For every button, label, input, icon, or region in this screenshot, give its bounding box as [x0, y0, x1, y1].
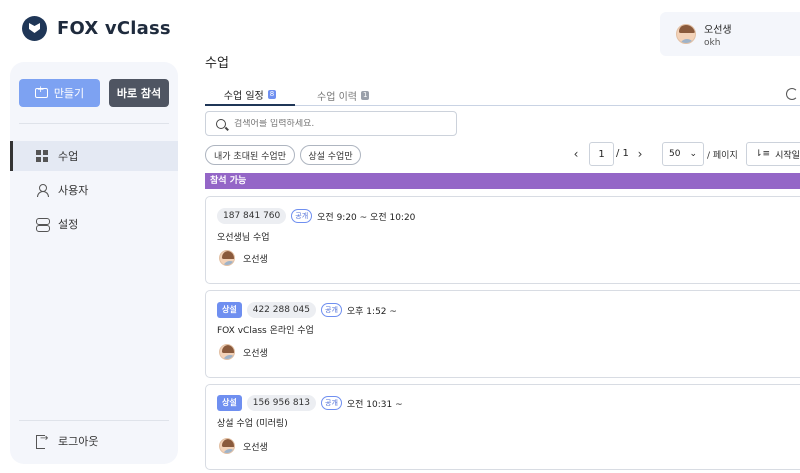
tab-history[interactable]: 수업 이력 1: [317, 84, 370, 106]
sidebar-item-label: 설정: [58, 218, 79, 231]
logout-icon: [36, 433, 48, 449]
tab-label: 수업 일정: [223, 90, 264, 102]
app-name: FOX vClass: [57, 18, 171, 39]
join-now-label: 바로 참석: [116, 87, 162, 100]
avatar: [676, 24, 696, 44]
host-name: 오선생: [243, 442, 268, 453]
fox-logo-icon: [22, 16, 47, 41]
search-box: [205, 111, 457, 136]
visibility-badge: 공개: [321, 303, 342, 317]
host-name: 오선생: [243, 348, 268, 359]
user-id: okh: [704, 37, 721, 48]
per-page-label: / 페이지: [707, 151, 738, 161]
class-time: 오후 1:52 ~: [346, 306, 397, 317]
sort-button[interactable]: ⇂≡ 시작일 순: [746, 142, 800, 166]
class-card[interactable]: 상설 422 288 045 공개 오후 1:52 ~ FOX vClass 온…: [205, 290, 800, 378]
sidebar-item-label: 수업: [58, 150, 79, 163]
permanent-badge: 상설: [217, 395, 242, 411]
user-name: 오선생: [704, 24, 732, 36]
sidebar-item-label: 사용자: [58, 184, 89, 197]
class-title: FOX vClass 온라인 수업: [217, 326, 314, 336]
chevron-left-icon[interactable]: ‹: [570, 142, 582, 166]
grid-icon: [36, 150, 48, 162]
visibility-badge: 공개: [291, 209, 313, 223]
search-input[interactable]: [234, 118, 434, 129]
logout-label: 로그아웃: [58, 435, 99, 448]
settings-icon: [36, 218, 50, 232]
sidebar-divider: [19, 420, 169, 421]
host-name: 오선생: [243, 254, 268, 265]
class-title: 오선생님 수업: [217, 233, 270, 243]
tab-schedule[interactable]: 수업 일정 8: [205, 84, 295, 106]
filter-permanent-chip[interactable]: 상설 수업만: [300, 145, 361, 165]
filter-invited-chip[interactable]: 내가 초대된 수업만: [205, 145, 295, 165]
sort-label: 시작일 순: [775, 150, 800, 161]
room-number: 187 841 760: [217, 208, 287, 224]
avatar: [219, 250, 235, 266]
permanent-badge: 상설: [217, 302, 242, 318]
visibility-badge: 공개: [321, 396, 342, 410]
room-number: 156 956 813: [246, 395, 316, 411]
join-now-button[interactable]: 바로 참석: [109, 79, 169, 107]
user-profile-card[interactable]: 오선생 okh: [660, 12, 800, 56]
sidebar-divider: [19, 123, 169, 124]
class-title: 상설 수업 (미러링): [217, 419, 288, 429]
video-add-icon: [34, 85, 48, 98]
page-size-select[interactable]: 50 ⌄: [662, 142, 704, 166]
sidebar-item-classes[interactable]: 수업: [10, 141, 178, 171]
avatar: [219, 438, 235, 454]
page-title: 수업: [205, 56, 229, 71]
sidebar: 만들기 바로 참석 수업 사용자 설정 로그아웃: [10, 62, 178, 464]
chevron-right-icon[interactable]: ›: [634, 142, 646, 166]
class-card[interactable]: 187 841 760 공개 오전 9:20 ~ 오전 10:20 오선생님 수…: [205, 196, 800, 284]
page-number-input[interactable]: 1: [589, 142, 614, 166]
tab-count-badge: 8: [267, 89, 277, 99]
sidebar-item-settings[interactable]: 설정: [10, 209, 178, 239]
section-header-available: 참석 가능: [205, 173, 800, 189]
make-class-button[interactable]: 만들기: [19, 79, 100, 107]
room-number: 422 288 045: [246, 302, 316, 318]
tab-label: 수업 이력: [317, 91, 357, 103]
class-time: 오전 9:20 ~ 오전 10:20: [317, 212, 416, 223]
refresh-icon[interactable]: [786, 88, 798, 100]
user-icon: [36, 184, 49, 197]
sidebar-item-users[interactable]: 사용자: [10, 175, 178, 205]
logout-button[interactable]: 로그아웃: [10, 426, 178, 456]
tab-count-badge: 1: [360, 90, 370, 100]
search-icon: [216, 118, 226, 129]
page-size-value: 50: [669, 149, 681, 159]
avatar: [219, 344, 235, 360]
chevron-down-icon: ⌄: [689, 149, 697, 159]
class-tabs: 수업 일정 8 수업 이력 1: [205, 84, 800, 106]
make-class-label: 만들기: [53, 87, 85, 100]
sort-icon: ⇂≡: [755, 149, 771, 159]
app-logo[interactable]: FOX vClass: [22, 16, 171, 41]
class-card[interactable]: 상설 156 956 813 공개 오전 10:31 ~ 상설 수업 (미러링)…: [205, 384, 800, 470]
page-total: / 1: [616, 148, 629, 159]
class-time: 오전 10:31 ~: [346, 399, 403, 410]
